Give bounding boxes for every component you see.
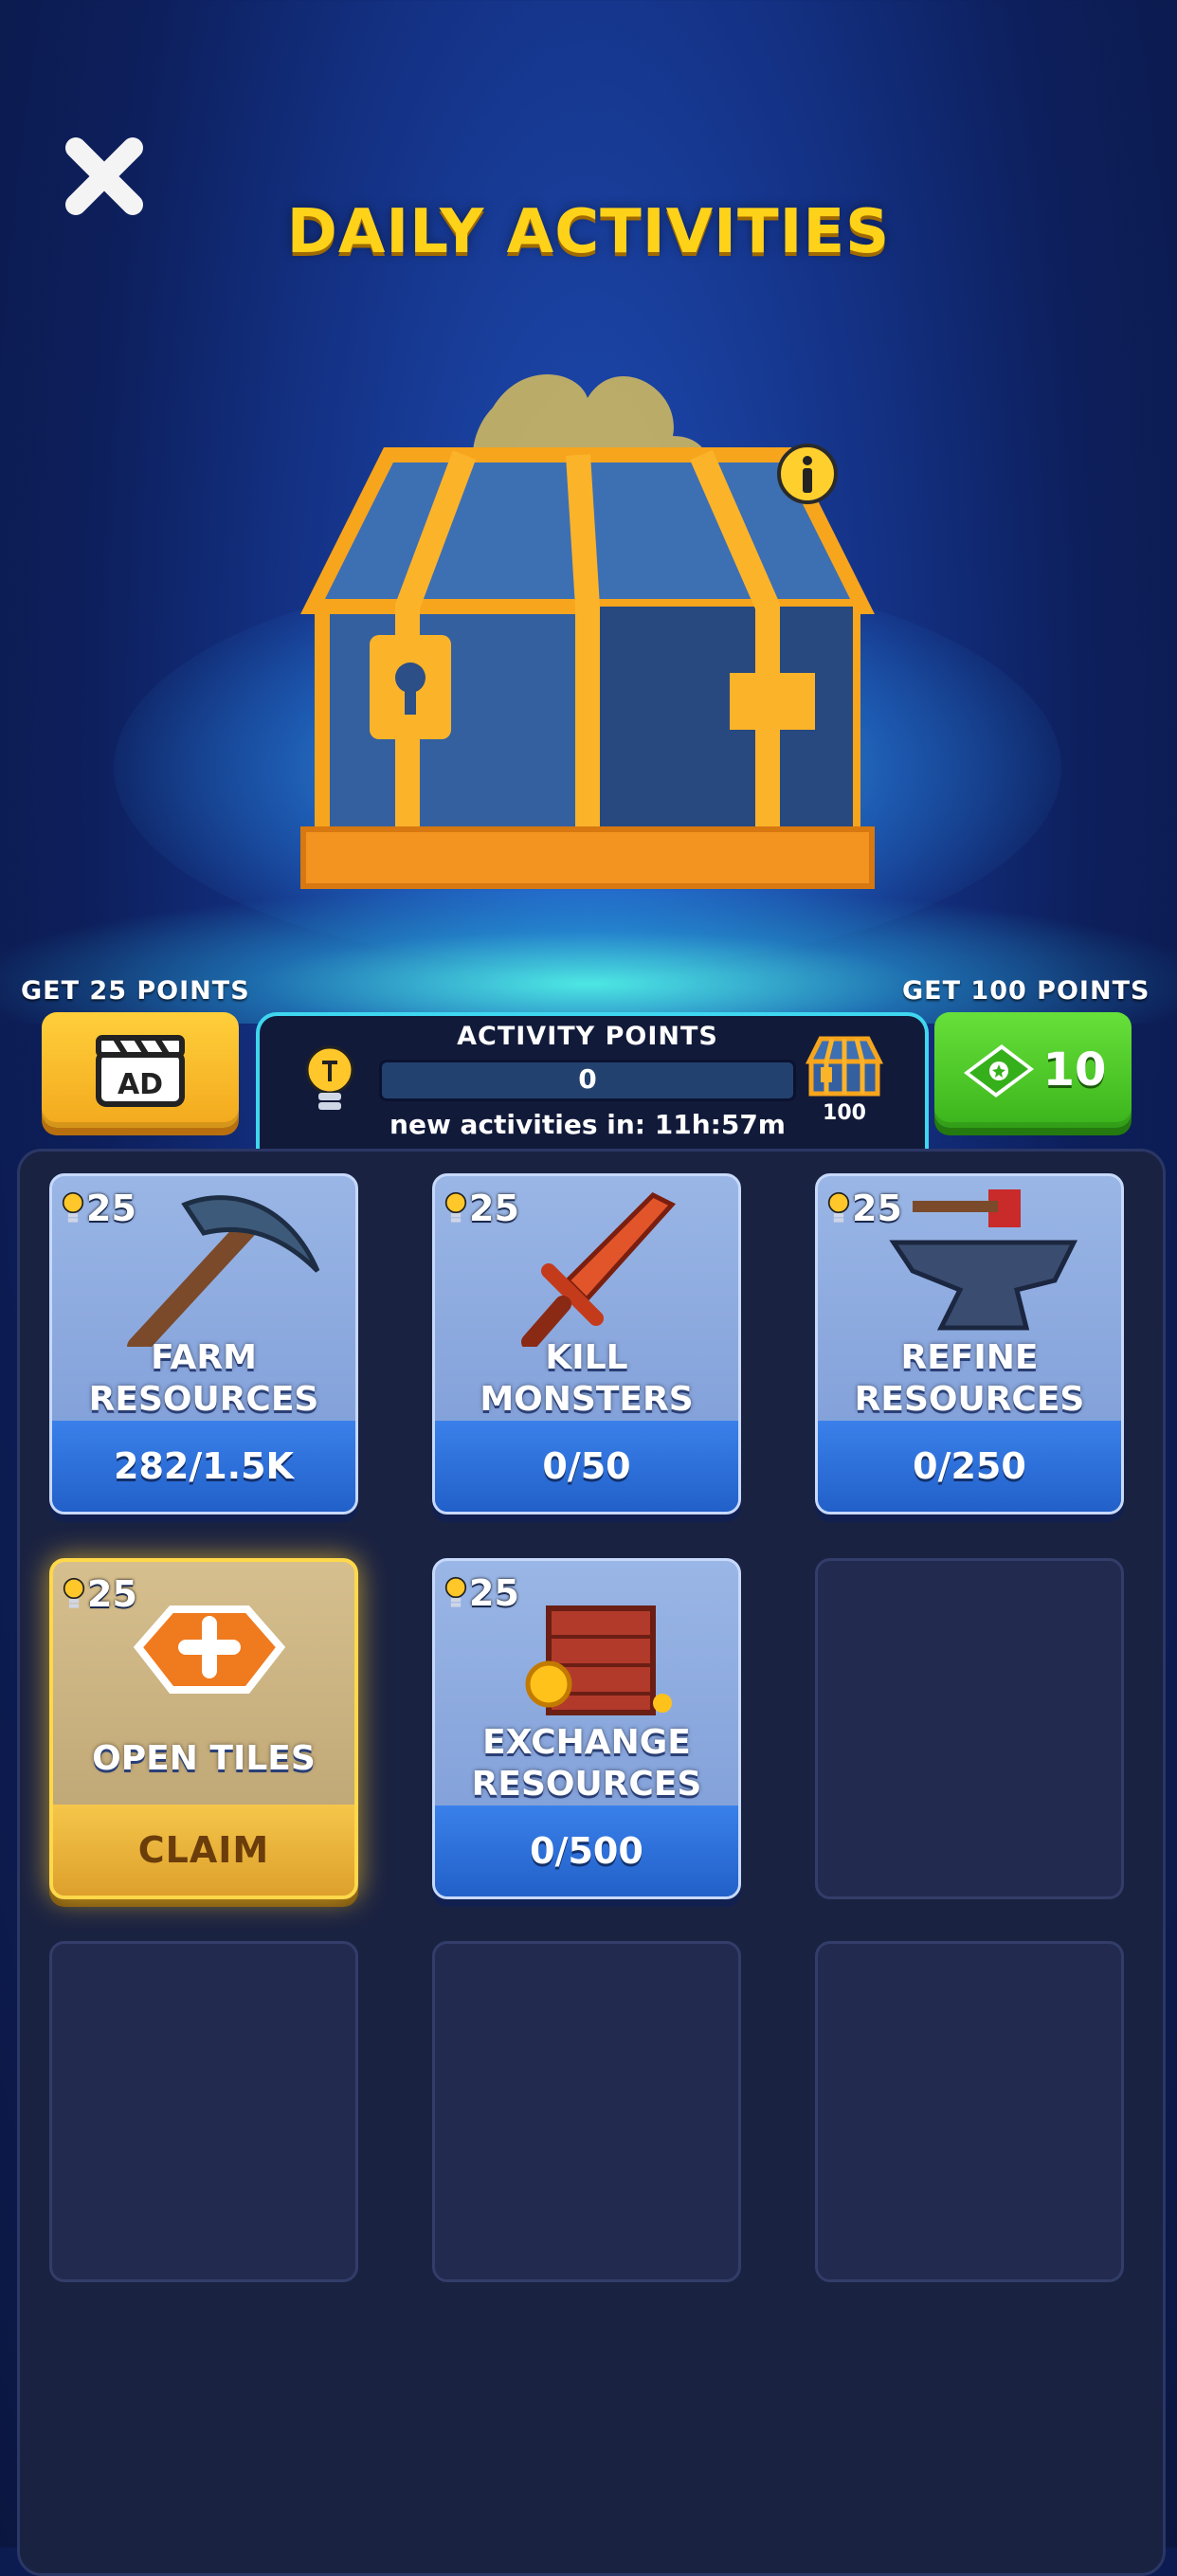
anvil-icon (889, 1189, 1078, 1331)
activity-name: KILL MONSTERS (480, 1338, 694, 1419)
activity-points-value: 0 (578, 1063, 597, 1095)
claim-button[interactable]: CLAIM (53, 1805, 354, 1896)
info-icon (777, 444, 838, 504)
cash-offer-label: GET 100 POINTS (902, 976, 1150, 1006)
activity-progress: 0/250 (818, 1421, 1121, 1512)
lightbulb-icon (444, 1191, 467, 1223)
activity-card-open-tiles[interactable]: 25 OPEN TILES CLAIM (49, 1558, 358, 1899)
tile-icon (133, 1605, 286, 1694)
sword-icon (521, 1191, 677, 1347)
activity-name: OPEN TILES (92, 1739, 316, 1778)
ad-clapperboard-icon: AD (96, 1035, 185, 1107)
activity-timer: new activities in: 11h:57m (389, 1109, 786, 1140)
buy-points-button[interactable]: 10 (934, 1012, 1132, 1128)
cash-price: 10 (1042, 1043, 1107, 1097)
page-title: DAILY ACTIVITIES (286, 197, 891, 267)
activity-name: EXCHANGE RESOURCES (471, 1723, 702, 1804)
pickaxe-icon (127, 1195, 320, 1347)
lightbulb-icon (62, 1191, 84, 1223)
activity-card-refine-resources[interactable]: 25 REFINE RESOURCES 0/250 (815, 1173, 1124, 1515)
treasure-chest-icon (300, 374, 875, 889)
cash-icon (963, 1044, 1034, 1098)
activity-name: REFINE RESOURCES (854, 1338, 1085, 1419)
empty-activity-slot (49, 1941, 358, 2282)
lightbulb-icon (444, 1576, 467, 1607)
crate-icon (525, 1605, 672, 1715)
activity-card-kill-monsters[interactable]: 25 KILL MONSTERS 0/50 (432, 1173, 741, 1515)
empty-activity-slot (815, 1941, 1124, 2282)
ad-offer-label: GET 25 POINTS (21, 976, 250, 1006)
empty-activity-slot (432, 1941, 741, 2282)
ad-text: AD (118, 1068, 163, 1101)
activity-name: FARM RESOURCES (88, 1338, 319, 1419)
info-button[interactable] (775, 442, 840, 506)
reward-chest-icon (805, 1036, 884, 1097)
lightbulb-icon (305, 1045, 354, 1110)
activity-card-farm-resources[interactable]: 25 FARM RESOURCES 282/1.5K (49, 1173, 358, 1515)
lightbulb-icon (827, 1191, 850, 1223)
empty-activity-slot (815, 1558, 1124, 1899)
lightbulb-icon (63, 1577, 85, 1608)
activity-points-title: ACTIVITY POINTS (457, 1022, 718, 1051)
activity-progress: 282/1.5K (52, 1421, 355, 1512)
activity-progress: 0/50 (435, 1421, 738, 1512)
reward-target: 100 (823, 1101, 866, 1125)
activity-card-exchange-resources[interactable]: 25 EXCHANGE RESOURCES 0/500 (432, 1558, 741, 1899)
watch-ad-button[interactable]: AD (42, 1012, 239, 1128)
activity-progress: 0/500 (435, 1805, 738, 1896)
